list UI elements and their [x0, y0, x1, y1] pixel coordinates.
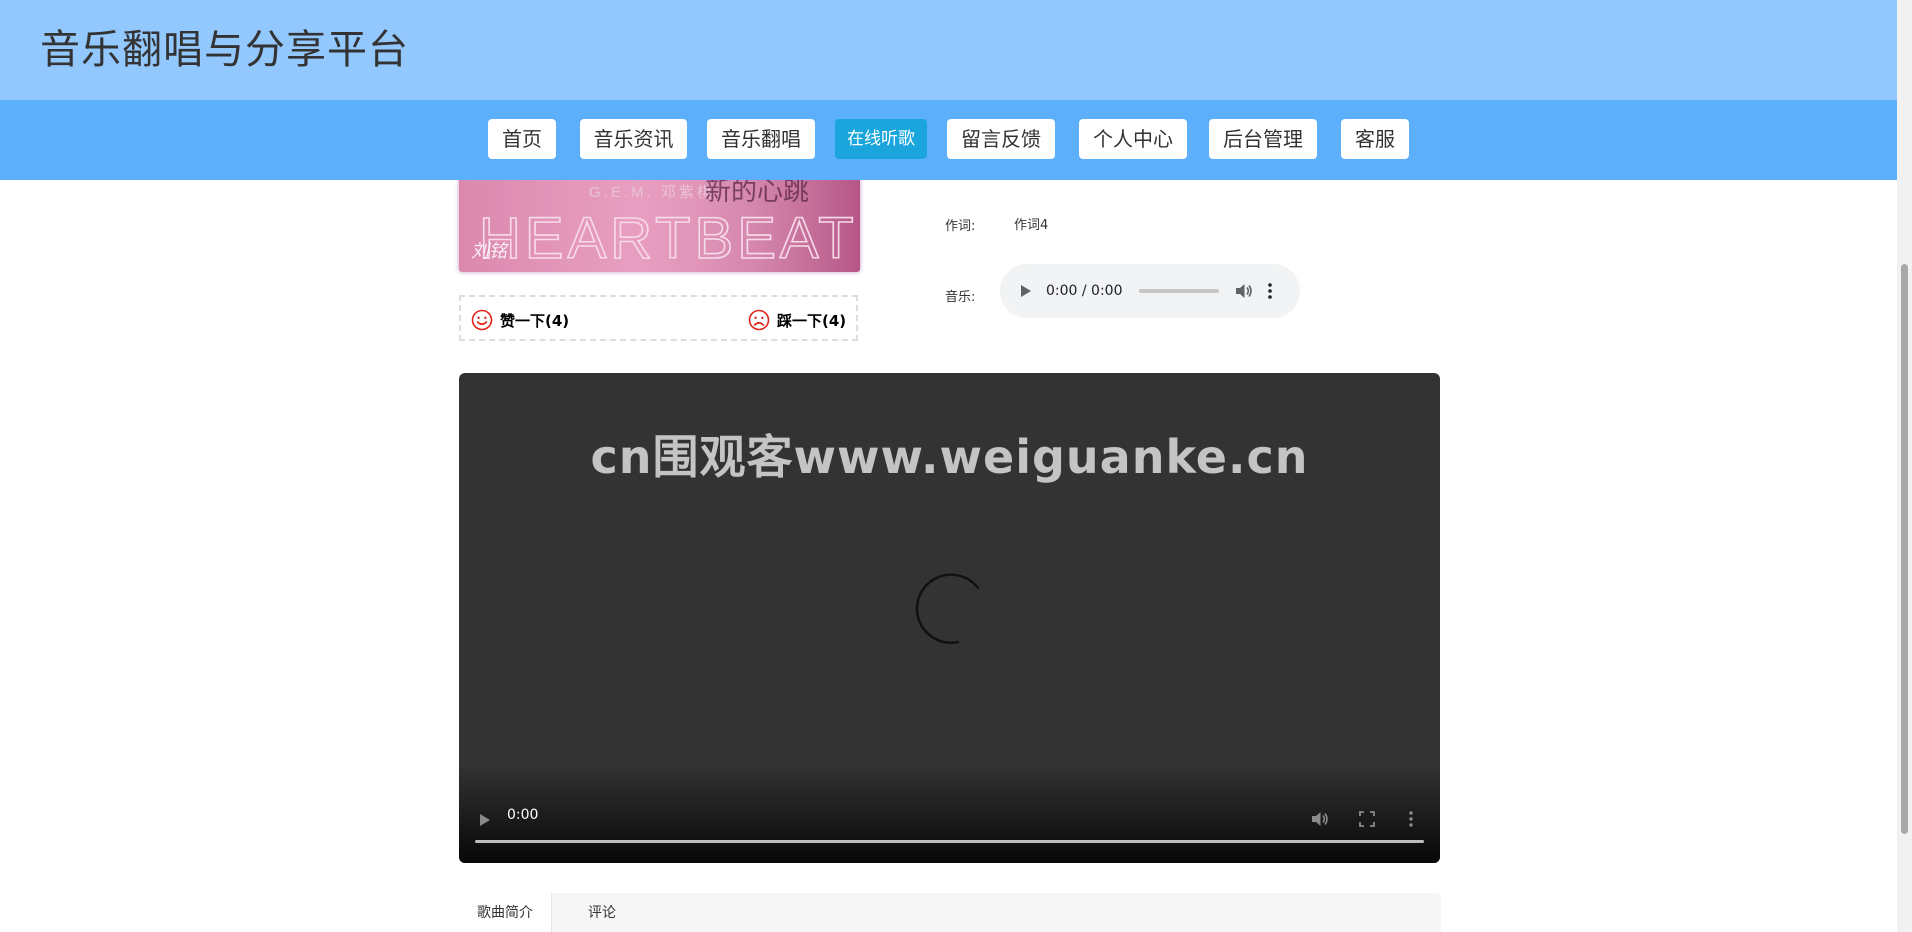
- audio-play-icon[interactable]: [1020, 284, 1032, 298]
- dislike-button[interactable]: 踩一下(4): [748, 307, 846, 333]
- nav-item-music-news[interactable]: 音乐资讯: [580, 119, 687, 159]
- audio-time: 0:00 / 0:00: [1046, 283, 1123, 299]
- video-more-options-icon[interactable]: [1409, 811, 1413, 827]
- video-controls: 0:00: [459, 763, 1440, 863]
- nav-item-music-covers[interactable]: 音乐翻唱: [707, 119, 815, 159]
- audio-volume-icon[interactable]: [1235, 283, 1253, 299]
- nav-item-personal-center[interactable]: 个人中心: [1079, 119, 1187, 159]
- fullscreen-icon[interactable]: [1359, 811, 1375, 827]
- nav-item-customer-service[interactable]: 客服: [1341, 119, 1409, 159]
- vote-box: 赞一下(4) 踩一下(4): [459, 295, 858, 341]
- album-song-title-en: HEARTBEAT: [479, 206, 858, 271]
- video-watermark: cn围观客www.weiguanke.cn: [590, 430, 1309, 484]
- video-time: 0:00: [507, 807, 539, 823]
- lyricist-label: 作词:: [945, 219, 976, 234]
- tab-song-intro[interactable]: 歌曲简介: [459, 893, 552, 932]
- detail-tabs: 歌曲简介 评论: [459, 893, 1441, 932]
- tab-comments[interactable]: 评论: [572, 893, 632, 932]
- video-player[interactable]: cn围观客www.weiguanke.cn 0:00: [459, 373, 1440, 863]
- album-song-title-cn: 新的心跳: [705, 176, 809, 206]
- nav-item-home[interactable]: 首页: [488, 119, 556, 159]
- audio-more-options-icon[interactable]: [1267, 283, 1272, 299]
- page: G.E.M. 邓紫棋 新的心跳 HEARTBEAT 刘铭 音乐翻唱与分享平台 首…: [0, 0, 1912, 932]
- music-label: 音乐:: [945, 290, 976, 305]
- nav-item-admin[interactable]: 后台管理: [1209, 119, 1317, 159]
- smile-icon: [471, 309, 493, 331]
- scrollbar-thumb[interactable]: [1901, 264, 1908, 834]
- frown-icon: [748, 309, 770, 331]
- video-play-icon[interactable]: [479, 813, 491, 827]
- video-volume-icon[interactable]: [1311, 811, 1329, 827]
- dislike-label: 踩一下(4): [777, 311, 847, 330]
- site-title: 音乐翻唱与分享平台: [40, 27, 409, 73]
- loading-spinner-icon: [912, 570, 982, 650]
- video-progress-slider[interactable]: [475, 840, 1424, 843]
- audio-progress-slider[interactable]: [1138, 289, 1219, 293]
- site-header: 音乐翻唱与分享平台: [0, 0, 1897, 100]
- lyricist-value: 作词4: [1014, 218, 1049, 233]
- main-nav: 首页 音乐资讯 音乐翻唱 在线听歌 留言反馈 个人中心 后台管理 客服: [0, 100, 1897, 180]
- like-label: 赞一下(4): [500, 311, 570, 330]
- audio-player[interactable]: 0:00 / 0:00: [1000, 264, 1300, 318]
- nav-item-online-listening[interactable]: 在线听歌: [835, 119, 927, 159]
- page-scrollbar[interactable]: [1897, 0, 1912, 932]
- album-artist-text: G.E.M. 邓紫棋: [589, 184, 715, 201]
- like-button[interactable]: 赞一下(4): [471, 307, 569, 333]
- nav-item-feedback[interactable]: 留言反馈: [947, 119, 1055, 159]
- album-signature: 刘铭: [471, 241, 509, 262]
